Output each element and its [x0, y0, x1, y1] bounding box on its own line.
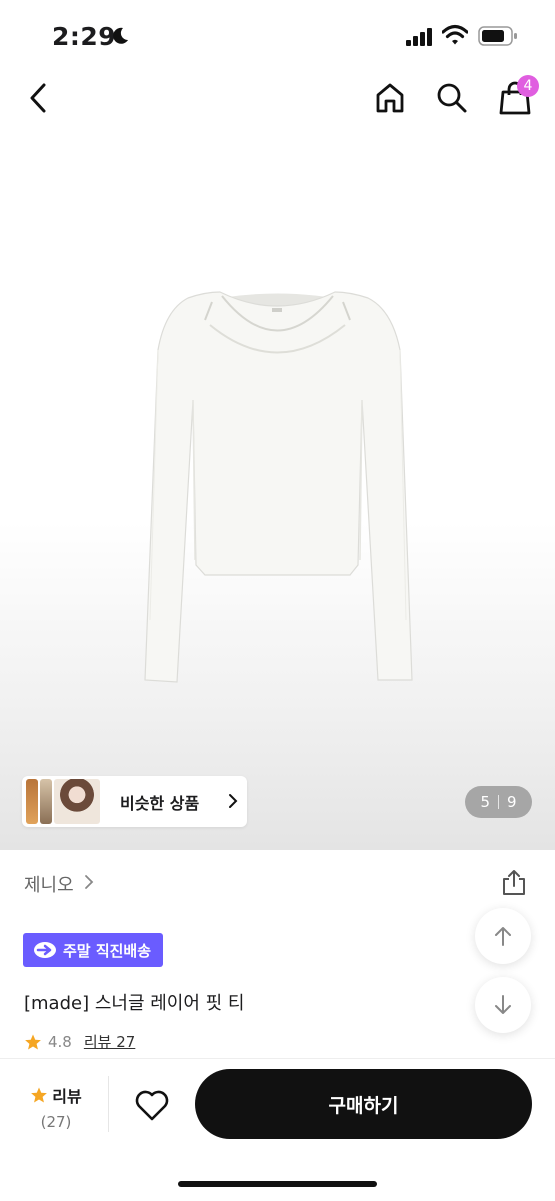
- buy-button[interactable]: 구매하기: [195, 1069, 532, 1139]
- share-icon: [503, 870, 525, 895]
- star-icon: [31, 1087, 48, 1103]
- wishlist-button[interactable]: [134, 1088, 170, 1126]
- search-icon: [437, 83, 467, 113]
- back-button[interactable]: [15, 74, 63, 122]
- divider: [108, 1076, 109, 1132]
- review-summary-button[interactable]: 리뷰 (27): [26, 1083, 86, 1131]
- moon-icon: [113, 27, 128, 44]
- fast-delivery-icon: [34, 942, 56, 958]
- similar-products-button[interactable]: 비슷한 상품: [22, 776, 247, 827]
- home-indicator: [178, 1181, 377, 1187]
- review-label: 리뷰: [52, 1087, 82, 1106]
- chevron-right-icon: [229, 794, 238, 808]
- scroll-down-button[interactable]: [475, 977, 531, 1033]
- cart-count-badge: 4: [517, 75, 539, 97]
- scroll-up-button[interactable]: [475, 908, 531, 964]
- heart-icon: [135, 1090, 169, 1121]
- arrow-down-icon: [495, 995, 511, 1014]
- battery-icon: [478, 26, 517, 46]
- arrow-up-icon: [495, 927, 511, 946]
- search-button[interactable]: [428, 74, 476, 122]
- home-icon: [376, 83, 404, 113]
- product-image-gallery[interactable]: [0, 120, 555, 850]
- page-separator: [498, 795, 499, 809]
- delivery-badge-label: 주말 직진배송: [63, 941, 152, 960]
- rating-value: 4.8: [48, 1032, 72, 1051]
- product-title: [made] 스너글 레이어 핏 티: [24, 993, 245, 1014]
- total-image-count: 9: [507, 793, 517, 811]
- similar-thumbnail-1: [26, 779, 38, 824]
- brand-link[interactable]: 제니오: [24, 871, 74, 897]
- review-link[interactable]: 리뷰 27: [84, 1031, 135, 1052]
- cellular-signal-icon: [406, 28, 432, 46]
- similar-thumbnail-2: [40, 779, 52, 824]
- status-time: 2:29: [52, 22, 117, 51]
- product-photo: [144, 291, 413, 683]
- image-page-counter: 5 9: [465, 786, 532, 818]
- chevron-right-icon: [85, 875, 94, 889]
- share-button[interactable]: [500, 868, 528, 900]
- home-button[interactable]: [366, 74, 414, 122]
- wifi-icon: [442, 24, 468, 45]
- star-icon: [25, 1034, 41, 1049]
- current-image-number: 5: [480, 793, 490, 811]
- rating-row: 4.8 리뷰 27: [24, 1031, 135, 1052]
- similar-products-label: 비슷한 상품: [120, 794, 200, 813]
- review-count: (27): [40, 1113, 72, 1131]
- chevron-left-icon: [30, 83, 46, 113]
- delivery-badge: 주말 직진배송: [23, 933, 164, 967]
- similar-thumbnail-3: [54, 779, 100, 824]
